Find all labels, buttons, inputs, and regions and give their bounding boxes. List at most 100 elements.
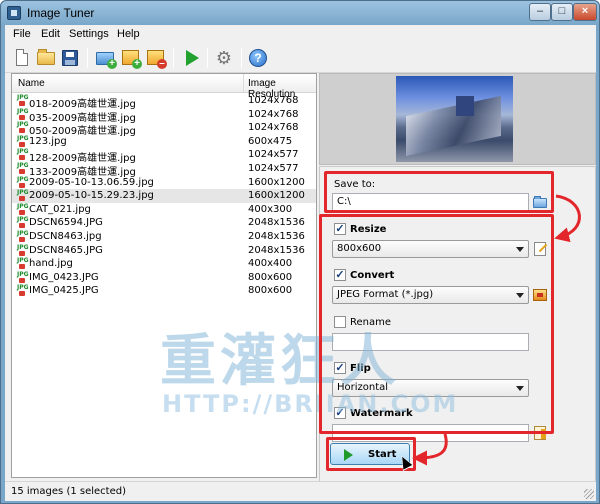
- app-icon: [7, 6, 21, 20]
- file-row[interactable]: JPG 128-2009高雄世運.jpg 1024x577: [12, 148, 316, 165]
- menu-bar: File Edit Settings Help: [5, 25, 596, 43]
- file-row[interactable]: JPG 035-2009高雄世運.jpg 1024x768: [12, 108, 316, 124]
- toolbar: ⚙ ?: [5, 43, 596, 73]
- file-resolution: 2048x1536: [248, 244, 305, 256]
- file-name: 2009-05-10-15.29.23.jpg: [29, 190, 154, 202]
- start-toolbar-button[interactable]: [181, 47, 203, 69]
- open-button[interactable]: [35, 47, 57, 69]
- status-text: 15 images (1 selected): [11, 486, 126, 497]
- file-resolution: 1024x768: [248, 108, 299, 120]
- preview-pane: [319, 73, 596, 165]
- start-button-label: Start: [368, 449, 397, 460]
- help-icon: ?: [249, 49, 267, 67]
- file-row[interactable]: JPG 123.jpg 600x475: [12, 135, 316, 149]
- new-icon: [16, 49, 28, 66]
- file-resolution: 600x475: [248, 135, 293, 147]
- jpg-file-icon: JPG: [17, 149, 29, 161]
- file-row[interactable]: JPG IMG_0425.JPG 800x600: [12, 284, 316, 298]
- toolbar-separator: [173, 48, 174, 68]
- start-icon: [186, 50, 199, 66]
- file-row[interactable]: JPG DSCN8463.jpg 2048x1536: [12, 230, 316, 244]
- file-resolution: 1024x768: [248, 95, 299, 106]
- column-resolution[interactable]: Image Resolution: [244, 74, 316, 100]
- menu-file[interactable]: File: [13, 28, 31, 40]
- save-button[interactable]: [59, 47, 81, 69]
- jpg-file-icon: JPG: [17, 230, 29, 242]
- file-row[interactable]: JPG 050-2009高雄世運.jpg 1024x768: [12, 121, 316, 138]
- jpg-file-icon: JPG: [17, 271, 29, 283]
- file-resolution: 1024x577: [248, 149, 299, 161]
- file-name: IMG_0423.JPG: [29, 271, 99, 283]
- file-resolution: 1024x577: [248, 162, 299, 174]
- save-icon: [62, 50, 78, 66]
- close-button[interactable]: ×: [573, 3, 597, 21]
- play-icon: [344, 449, 353, 461]
- file-resolution: 1600x1200: [248, 176, 305, 188]
- jpg-file-icon: JPG: [17, 176, 29, 188]
- remove-image-icon: [147, 50, 167, 69]
- file-rows: JPG 018-2009高雄世運.jpg 1024x768 JPG 035-2009高雄…: [12, 94, 316, 298]
- file-resolution: 800x600: [248, 271, 293, 283]
- file-row[interactable]: JPG 018-2009高雄世運.jpg 1024x768: [12, 94, 316, 111]
- settings-button[interactable]: ⚙: [213, 47, 235, 69]
- jpg-file-icon: JPG: [17, 217, 29, 229]
- add-image-button[interactable]: [120, 47, 142, 69]
- file-name: DSCN8465.JPG: [29, 244, 103, 256]
- jpg-file-icon: JPG: [17, 95, 29, 106]
- file-name: CAT_021.jpg: [29, 203, 91, 215]
- add-folder-icon: [96, 52, 117, 69]
- jpg-file-icon: JPG: [17, 190, 29, 202]
- resize-grip[interactable]: [584, 489, 594, 499]
- file-row[interactable]: JPG hand.jpg 400x400: [12, 257, 316, 271]
- highlight-save-to: [324, 171, 554, 213]
- help-button[interactable]: ?: [247, 47, 269, 69]
- minimize-button[interactable]: –: [529, 3, 551, 21]
- file-row[interactable]: JPG 133-2009高雄世運.jpg 1024x577: [12, 162, 316, 178]
- file-row[interactable]: JPG CAT_021.jpg 400x300: [12, 203, 316, 217]
- toolbar-separator: [207, 48, 208, 68]
- file-resolution: 400x300: [248, 203, 293, 215]
- jpg-file-icon: JPG: [17, 244, 29, 256]
- file-row[interactable]: JPG DSCN8465.JPG 2048x1536: [12, 244, 316, 258]
- column-name[interactable]: Name: [12, 74, 244, 93]
- file-name: IMG_0425.JPG: [29, 285, 99, 297]
- maximize-button[interactable]: □: [551, 3, 573, 21]
- file-row[interactable]: JPG 2009-05-10-13.06.59.jpg 1600x1200: [12, 176, 316, 190]
- file-resolution: 800x600: [248, 285, 293, 297]
- menu-help[interactable]: Help: [117, 28, 140, 40]
- file-resolution: 2048x1536: [248, 217, 305, 229]
- file-list[interactable]: Name Image Resolution JPG 018-2009高雄世運.jp…: [11, 73, 317, 478]
- highlight-options: [319, 214, 554, 434]
- menu-settings[interactable]: Settings: [69, 28, 109, 40]
- jpg-file-icon: JPG: [17, 135, 29, 147]
- file-resolution: 2048x1536: [248, 230, 305, 242]
- toolbar-separator: [241, 48, 242, 68]
- new-button[interactable]: [11, 47, 33, 69]
- file-name: 2009-05-10-13.06.59.jpg: [29, 176, 154, 188]
- file-resolution: 1600x1200: [248, 190, 305, 202]
- window-title: Image Tuner: [27, 6, 95, 20]
- file-name: hand.jpg: [29, 258, 73, 270]
- file-resolution: 400x400: [248, 258, 293, 270]
- jpg-file-icon: JPG: [17, 162, 29, 174]
- jpg-file-icon: JPG: [17, 285, 29, 297]
- file-name: DSCN8463.jpg: [29, 230, 102, 242]
- list-header: Name Image Resolution: [12, 74, 316, 100]
- file-name: 123.jpg: [29, 135, 67, 147]
- add-image-icon: [122, 50, 142, 69]
- settings-icon: ⚙: [215, 48, 233, 68]
- title-bar[interactable]: Image Tuner – □ ×: [1, 1, 599, 25]
- open-folder-icon: [37, 49, 55, 65]
- file-row[interactable]: JPG IMG_0423.JPG 800x600: [12, 271, 316, 285]
- file-row[interactable]: JPG DSCN6594.JPG 2048x1536: [12, 216, 316, 230]
- menu-edit[interactable]: Edit: [41, 28, 60, 40]
- remove-image-button[interactable]: [145, 47, 167, 69]
- add-folder-button[interactable]: [95, 47, 117, 69]
- file-row[interactable]: JPG 2009-05-10-15.29.23.jpg 1600x1200: [12, 189, 316, 203]
- preview-thumbnail: [396, 76, 513, 162]
- toolbar-separator: [87, 48, 88, 68]
- status-bar: 15 images (1 selected): [5, 481, 596, 501]
- jpg-file-icon: JPG: [17, 258, 29, 270]
- file-name: DSCN6594.JPG: [29, 217, 103, 229]
- file-resolution: 1024x768: [248, 122, 299, 134]
